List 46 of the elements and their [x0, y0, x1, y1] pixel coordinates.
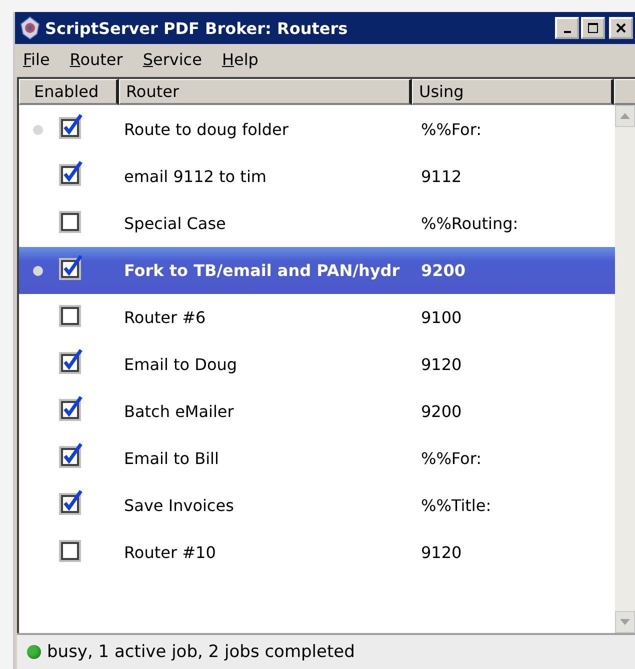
column-header[interactable]: Enabled	[19, 79, 119, 105]
checked-checkbox[interactable]	[58, 158, 84, 186]
maximize-icon	[587, 22, 599, 34]
menu-item[interactable]: File	[23, 50, 50, 68]
table-cell: 9100	[421, 308, 462, 327]
status-text: busy, 1 active job, 2 jobs completed	[47, 642, 355, 662]
table-cell: 9200	[421, 261, 466, 280]
table-cell-text: Special Case	[124, 214, 227, 233]
table-cell-text: Save Invoices	[124, 496, 235, 515]
table-cell-text: Batch eMailer	[124, 402, 235, 421]
table-cell-text: Email to Doug	[124, 355, 238, 374]
minimize-icon	[564, 31, 570, 33]
table-cell: 9120	[421, 543, 462, 562]
checked-checkbox[interactable]	[58, 112, 84, 140]
table-cell-text: Route to doug folder	[124, 120, 290, 139]
menu-item[interactable]: Service	[142, 50, 202, 68]
window-title: ScriptServer PDF Broker: Routers	[45, 18, 349, 38]
minimize-button[interactable]	[555, 17, 579, 39]
menu-item[interactable]: Help	[222, 50, 258, 68]
table-cell-text: email 9112 to tim	[124, 167, 268, 186]
close-icon	[615, 22, 627, 34]
table-cell: 9200	[421, 402, 462, 421]
up-arrow-icon	[620, 113, 630, 119]
table-cell: %%Title:	[421, 496, 492, 515]
checked-checkbox[interactable]	[58, 488, 84, 516]
table-cell: %%For:	[421, 120, 482, 139]
table-cell-text: Email to Bill	[124, 449, 220, 468]
selected-row[interactable]: Fork to TB/email and PAN/hydr 9200	[19, 247, 615, 294]
table-cell: %%For:	[421, 449, 482, 468]
close-button[interactable]	[609, 17, 633, 39]
checked-checkbox[interactable]	[58, 394, 84, 422]
checked-checkbox[interactable]	[58, 440, 84, 468]
menu-item[interactable]: Router	[70, 50, 123, 68]
table-cell-text: Fork to TB/email and PAN/hydr	[124, 261, 401, 280]
column-header[interactable]: Router	[119, 79, 412, 105]
table-cell-text: Router #6	[124, 308, 207, 327]
checked-checkbox[interactable]	[58, 252, 84, 280]
down-arrow-icon	[620, 619, 630, 625]
table-cell: 9120	[421, 355, 462, 374]
maximize-button[interactable]	[581, 17, 605, 39]
table-cell: 9112	[421, 167, 462, 186]
app-icon	[19, 16, 41, 40]
column-header[interactable]: Using	[412, 79, 614, 105]
table-cell-text: Router #10	[124, 543, 217, 562]
table-cell: %%Routing:	[421, 214, 518, 233]
checked-checkbox[interactable]	[58, 346, 84, 374]
